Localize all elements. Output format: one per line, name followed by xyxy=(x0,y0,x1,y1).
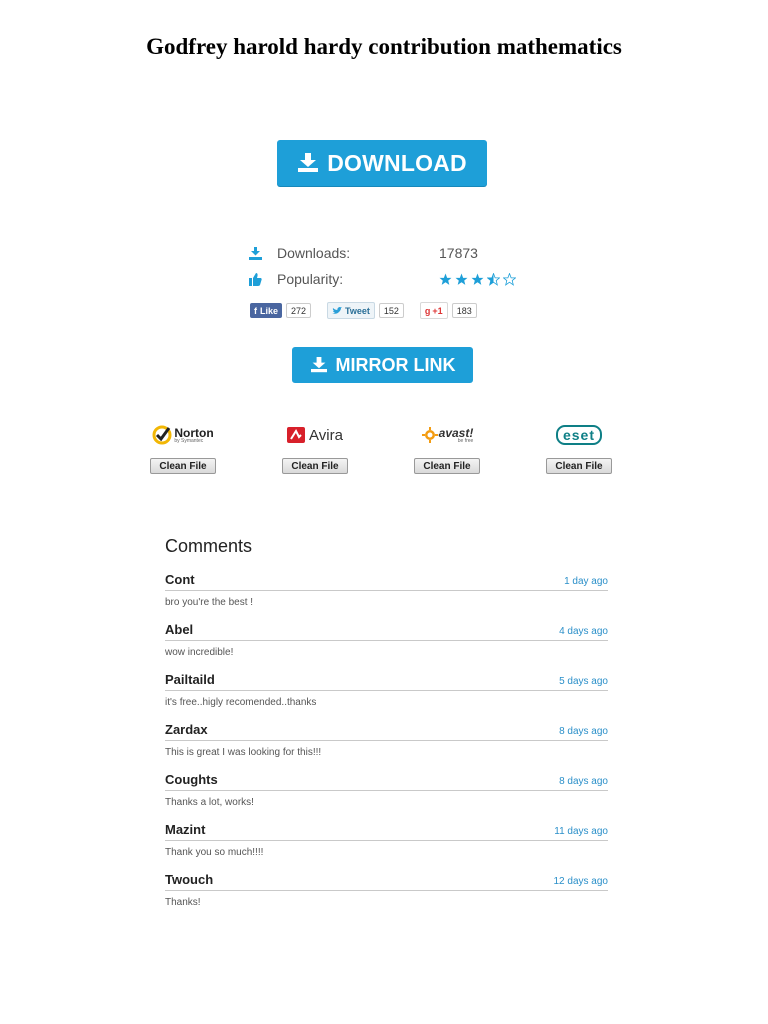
comment-author: Twouch xyxy=(165,872,214,887)
avira-name: Avira xyxy=(309,426,343,444)
comment-time[interactable]: 12 days ago xyxy=(554,876,609,887)
comments-section: Comments Cont 1 day ago bro you're the b… xyxy=(165,536,608,922)
gplus-share[interactable]: g +1 183 xyxy=(419,302,477,319)
avira-logo: Avira xyxy=(287,420,343,450)
gplus-count: 183 xyxy=(451,303,477,318)
comment-item: Zardax 8 days ago This is great I was lo… xyxy=(165,722,608,758)
eset-name: eset xyxy=(555,425,603,445)
comment-time[interactable]: 8 days ago xyxy=(559,726,608,737)
antivirus-eset: eset Clean File xyxy=(546,420,612,474)
star-half-icon xyxy=(487,272,500,286)
downloads-row: Downloads: 17873 xyxy=(249,240,539,266)
facebook-like[interactable]: f Like 272 xyxy=(250,302,312,319)
popularity-label: Popularity: xyxy=(277,271,344,287)
page-title: Godfrey harold hardy contribution mathem… xyxy=(146,34,622,59)
comment-time[interactable]: 8 days ago xyxy=(559,776,608,787)
comment-item: Coughts 8 days ago Thanks a lot, works! xyxy=(165,772,608,808)
antivirus-avira: Avira Clean File xyxy=(282,420,348,474)
comment-item: Pailtaild 5 days ago it's free..higly re… xyxy=(165,672,608,708)
comment-text: Thanks! xyxy=(165,897,201,908)
avast-clean-file-button[interactable]: Clean File xyxy=(414,458,480,474)
download-icon xyxy=(310,357,327,373)
comment-text: bro you're the best ! xyxy=(165,597,254,608)
download-icon xyxy=(298,153,319,172)
avast-icon xyxy=(421,427,438,443)
norton-check-icon xyxy=(152,425,172,445)
comment-item: Twouch 12 days ago Thanks! xyxy=(165,872,608,908)
gplus-button[interactable]: g +1 xyxy=(419,302,448,319)
comment-author: Zardax xyxy=(165,722,208,737)
comment-author: Mazint xyxy=(165,822,206,837)
comment-author: Pailtaild xyxy=(165,672,215,687)
twitter-bird-icon xyxy=(332,306,343,314)
norton-clean-file-button[interactable]: Clean File xyxy=(150,458,216,474)
mirror-link-button[interactable]: MIRROR LINK xyxy=(292,347,473,383)
facebook-like-button[interactable]: f Like xyxy=(250,303,283,318)
facebook-icon: f xyxy=(254,305,257,316)
comment-time[interactable]: 11 days ago xyxy=(554,826,608,837)
comment-text: it's free..higly recomended..thanks xyxy=(165,697,317,708)
popularity-row: Popularity: xyxy=(249,266,539,292)
norton-name: Norton xyxy=(174,425,214,440)
eset-logo: eset xyxy=(555,420,603,450)
comments-title: Comments xyxy=(165,536,253,556)
comment-item: Abel 4 days ago wow incredible! xyxy=(165,622,608,658)
antivirus-badges: Norton by Symantec Clean File Avira Clea… xyxy=(150,420,612,474)
gplus-label: +1 xyxy=(432,305,443,316)
downloads-label: Downloads: xyxy=(277,245,351,261)
comment-author: Coughts xyxy=(165,772,218,787)
download-small-icon xyxy=(249,245,265,261)
downloads-value: 17873 xyxy=(439,245,478,261)
avast-name: avast! xyxy=(438,425,474,440)
avast-logo: avast! be free xyxy=(421,420,474,450)
comment-time[interactable]: 5 days ago xyxy=(559,676,608,687)
twitter-count: 152 xyxy=(378,303,404,318)
comment-item: Cont 1 day ago bro you're the best ! xyxy=(165,572,608,608)
eset-clean-file-button[interactable]: Clean File xyxy=(546,458,612,474)
comment-text: Thank you so much!!!! xyxy=(165,847,264,858)
star-full-icon xyxy=(471,273,484,285)
antivirus-norton: Norton by Symantec Clean File xyxy=(150,420,216,474)
gplus-icon: g xyxy=(424,305,431,316)
tweet-button[interactable]: Tweet xyxy=(327,302,375,319)
thumbs-up-icon xyxy=(249,271,265,287)
facebook-like-label: Like xyxy=(260,305,279,316)
avira-clean-file-button[interactable]: Clean File xyxy=(282,458,348,474)
download-button-label: DOWNLOAD xyxy=(327,149,467,176)
antivirus-avast: avast! be free Clean File xyxy=(414,420,480,474)
tweet-label: Tweet xyxy=(345,305,370,316)
comment-text: This is great I was looking for this!!! xyxy=(165,747,322,758)
download-button[interactable]: DOWNLOAD xyxy=(277,140,487,186)
star-empty-icon xyxy=(503,272,516,286)
comment-text: wow incredible! xyxy=(165,647,234,658)
rating-stars xyxy=(439,272,516,286)
comment-author: Cont xyxy=(165,572,195,587)
avira-icon xyxy=(287,427,306,443)
comment-item: Mazint 11 days ago Thank you so much!!!! xyxy=(165,822,608,858)
social-buttons: f Like 272 Tweet 152 g +1 183 xyxy=(250,302,477,319)
comment-author: Abel xyxy=(165,622,194,637)
avast-sub: be free xyxy=(457,437,474,444)
comment-time[interactable]: 4 days ago xyxy=(559,626,608,637)
twitter-tweet[interactable]: Tweet 152 xyxy=(327,302,404,319)
star-full-icon xyxy=(455,273,468,285)
facebook-count: 272 xyxy=(286,303,312,318)
file-stats: Downloads: 17873 Popularity: xyxy=(249,240,539,292)
star-full-icon xyxy=(439,273,452,285)
comment-text: Thanks a lot, works! xyxy=(165,797,254,808)
norton-sub: by Symantec xyxy=(174,437,204,444)
comment-time[interactable]: 1 day ago xyxy=(564,576,608,587)
norton-logo: Norton by Symantec xyxy=(152,420,214,450)
mirror-link-label: MIRROR LINK xyxy=(335,354,456,375)
